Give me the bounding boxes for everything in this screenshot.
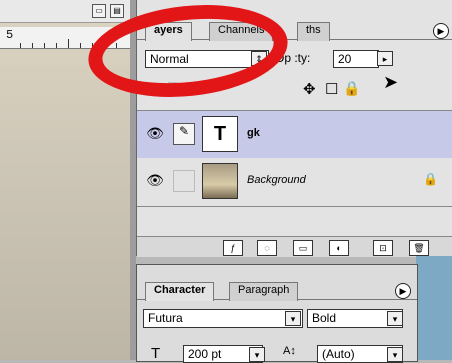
visibility-eye-icon[interactable]: 👁	[145, 172, 165, 192]
trash-icon[interactable]: 🗑	[409, 240, 429, 256]
tab-paragraph[interactable]: Paragraph	[229, 282, 299, 301]
opacity-input[interactable]: 20	[333, 50, 379, 68]
font-family-select[interactable]: Futura	[143, 309, 303, 328]
font-style-value: Bold	[312, 311, 337, 325]
background-thumbnail	[202, 163, 238, 199]
collapse-button[interactable]: ▭	[92, 4, 106, 18]
palette-menu-icon[interactable]: ▶	[433, 23, 449, 39]
canvas-background	[416, 256, 452, 360]
ruler-label: 5	[6, 28, 14, 42]
layer-effects-icon[interactable]: ƒ	[223, 240, 243, 256]
link-slot[interactable]	[173, 170, 195, 192]
font-size-value: 200 pt	[188, 347, 222, 361]
layer-row[interactable]: 👁 ✎ T gk	[137, 110, 452, 160]
tab-character[interactable]: Character	[145, 282, 215, 301]
document-title-bar: ▭ ▤	[0, 0, 136, 23]
mask-icon[interactable]: ◌	[257, 240, 277, 256]
adjustment-icon[interactable]: ◐	[329, 240, 349, 256]
zoom-button[interactable]: ▤	[110, 4, 124, 18]
opacity-slider-icon[interactable]: ▸	[377, 51, 393, 66]
lock-all-icon[interactable]: 🔒	[343, 80, 360, 97]
new-layer-icon[interactable]: ⊡	[373, 240, 393, 256]
layer-name[interactable]: gk	[247, 127, 260, 139]
checkbox-icon[interactable]: ☐	[325, 80, 338, 98]
tab-paths[interactable]: ths	[297, 22, 330, 41]
font-family-value: Futura	[148, 311, 183, 325]
lock-icon: 🔒	[423, 172, 438, 186]
font-style-dropdown-icon[interactable]: ▾	[387, 311, 403, 326]
layers-toolbar: ƒ ◌ ▭ ◐ ⊡ 🗑	[137, 236, 452, 257]
font-family-dropdown-icon[interactable]: ▾	[285, 311, 301, 326]
text-layer-thumbnail: T	[202, 116, 238, 152]
character-palette: Character Paragraph ▶ Futura ▾ Bold ▾ T …	[136, 264, 418, 363]
brush-icon[interactable]: ✎	[173, 123, 195, 145]
opacity-value: 20	[338, 52, 352, 66]
layer-name[interactable]: Background	[247, 174, 306, 186]
palette-tabs: Character Paragraph ▶	[137, 280, 417, 301]
leading-icon: A↕	[283, 345, 296, 357]
font-size-icon: T	[151, 345, 161, 362]
leading-value: (Auto)	[322, 347, 355, 361]
palette-menu-icon[interactable]: ▶	[395, 283, 411, 299]
visibility-eye-icon[interactable]: 👁	[145, 125, 165, 145]
lock-position-icon[interactable]: ✥	[303, 80, 316, 98]
folder-icon[interactable]: ▭	[293, 240, 313, 256]
mouse-cursor-icon: ➤	[383, 72, 399, 92]
layer-row[interactable]: 👁 Background 🔒	[137, 158, 452, 207]
